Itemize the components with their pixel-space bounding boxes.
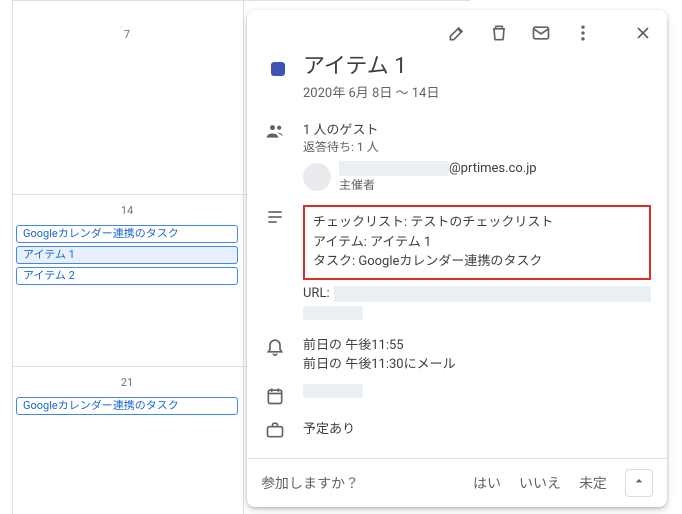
guest-count: 1 人のゲスト bbox=[303, 119, 651, 138]
calendar-event[interactable]: Googleカレンダー連携のタスク bbox=[16, 397, 238, 415]
description-line: チェックリスト: テストのチェックリスト bbox=[313, 213, 641, 233]
email-button[interactable] bbox=[523, 16, 559, 52]
bell-icon bbox=[263, 336, 287, 356]
description-line: タスク: Googleカレンダー連携のタスク bbox=[313, 252, 641, 272]
avatar bbox=[303, 163, 331, 191]
more-vert-icon bbox=[573, 23, 593, 46]
description-highlight: チェックリスト: テストのチェックリスト アイテム: アイテム 1 タスク: G… bbox=[303, 205, 651, 280]
guest-row[interactable]: xxxxxxxxxxxx@prtimes.co.jp 主催者 bbox=[303, 161, 651, 193]
description-icon bbox=[263, 207, 287, 227]
calendar-event[interactable]: Googleカレンダー連携のタスク bbox=[16, 225, 238, 243]
description-line: アイテム: アイテム 1 bbox=[313, 233, 641, 253]
organizer-label: 主催者 bbox=[339, 176, 537, 193]
chevron-up-icon bbox=[631, 473, 647, 493]
rsvp-footer: 参加しますか？ はい いいえ 未定 bbox=[247, 458, 667, 507]
mail-icon bbox=[531, 23, 551, 46]
availability-text: 予定あり bbox=[303, 418, 651, 437]
day-number[interactable]: 21 bbox=[12, 376, 242, 389]
event-color-indicator bbox=[271, 62, 285, 76]
pencil-icon bbox=[447, 23, 467, 46]
guest-email: xxxxxxxxxxxx@prtimes.co.jp bbox=[339, 161, 537, 176]
url-label: URL: bbox=[303, 286, 330, 301]
redacted-text bbox=[303, 306, 363, 320]
reminder-line: 前日の 午後11:30にメール bbox=[303, 353, 651, 372]
delete-button[interactable] bbox=[481, 16, 517, 52]
day-number[interactable]: 14 bbox=[12, 204, 242, 217]
event-details-popup: アイテム 1 2020年 6月 8日 ～ 14日 1 人のゲスト 返答待ち: 1… bbox=[247, 10, 667, 507]
calendar-event[interactable]: アイテム 2 bbox=[16, 267, 238, 285]
calendar-event[interactable]: アイテム 1 bbox=[16, 246, 238, 264]
close-button[interactable] bbox=[625, 16, 661, 52]
people-icon bbox=[263, 121, 287, 141]
rsvp-options-button[interactable] bbox=[625, 469, 653, 497]
calendar-icon bbox=[263, 386, 287, 406]
rsvp-prompt: 参加しますか？ bbox=[261, 473, 359, 493]
rsvp-yes[interactable]: はい bbox=[473, 473, 501, 493]
edit-button[interactable] bbox=[439, 16, 475, 52]
rsvp-no[interactable]: いいえ bbox=[519, 473, 561, 493]
redacted-calendar-name bbox=[303, 384, 363, 398]
close-icon bbox=[633, 23, 653, 46]
event-date-range: 2020年 6月 8日 ～ 14日 bbox=[303, 82, 651, 101]
rsvp-maybe[interactable]: 未定 bbox=[579, 473, 607, 493]
redacted-url bbox=[334, 286, 651, 302]
awaiting-label: 返答待ち: 1 人 bbox=[303, 138, 651, 155]
reminder-line: 前日の 午後11:55 bbox=[303, 334, 651, 353]
event-title: アイテム 1 bbox=[303, 54, 651, 80]
trash-icon bbox=[489, 23, 509, 46]
options-button[interactable] bbox=[565, 16, 601, 52]
url-line: URL: bbox=[303, 286, 651, 302]
briefcase-icon bbox=[263, 420, 287, 440]
popup-toolbar bbox=[247, 10, 667, 52]
day-number[interactable]: 7 bbox=[12, 28, 242, 41]
